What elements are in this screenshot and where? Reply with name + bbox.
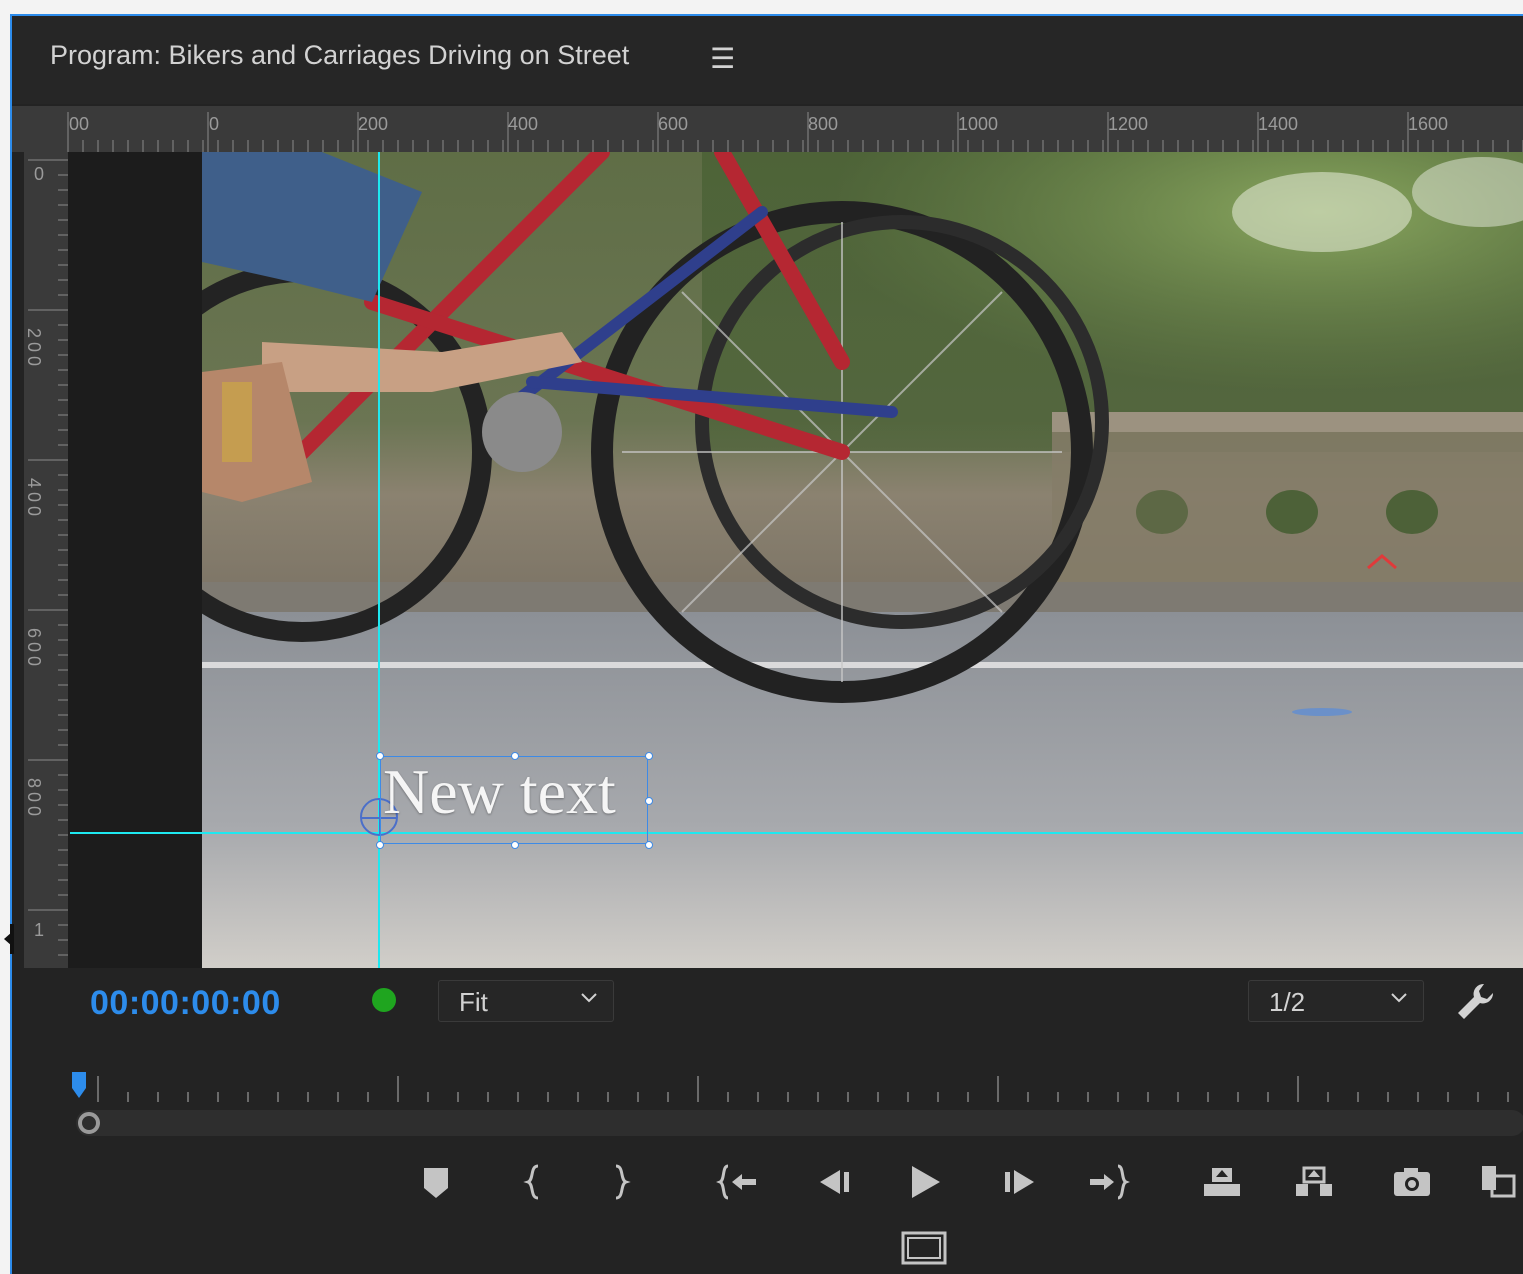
go-to-out-icon[interactable] — [1086, 1160, 1130, 1204]
ruler-top-label: 600 — [658, 114, 688, 134]
zoom-level-dropdown[interactable]: Fit — [438, 980, 614, 1022]
resize-handle[interactable] — [645, 752, 653, 760]
ruler-left-label: 200 — [24, 328, 44, 370]
zoom-level-value: Fit — [459, 987, 488, 1017]
playhead-timecode[interactable]: 00:00:00:00 — [90, 984, 281, 1023]
lift-icon[interactable] — [1200, 1160, 1244, 1204]
mark-out-icon[interactable] — [598, 1160, 642, 1204]
step-back-icon[interactable] — [812, 1160, 856, 1204]
ruler-left-label: 800 — [24, 778, 44, 820]
text-layer-bounding-box[interactable]: New text — [376, 752, 653, 849]
chevron-down-icon — [1391, 993, 1407, 1003]
ruler-top-label: 0 — [209, 114, 219, 134]
ruler-left-label: 600 — [24, 628, 44, 670]
resize-handle[interactable] — [645, 797, 653, 805]
resize-handle[interactable] — [511, 752, 519, 760]
ruler-top-label: 800 — [808, 114, 838, 134]
ruler-top-label: 1200 — [1108, 114, 1148, 134]
chevron-down-icon — [581, 993, 597, 1003]
zoom-scroll-handle[interactable] — [78, 1112, 100, 1134]
guide-horizontal[interactable] — [70, 832, 1523, 834]
mark-in-icon[interactable] — [512, 1160, 556, 1204]
ruler-top-label: 1000 — [958, 114, 998, 134]
monitor-controls: 00:00:00:00 Fit 1/2 — [12, 968, 1523, 1274]
go-to-in-icon[interactable] — [716, 1160, 760, 1204]
ruler-left-label: 0 — [34, 164, 44, 184]
playback-resolution-value: 1/2 — [1269, 987, 1306, 1017]
video-frame — [202, 152, 1523, 968]
panel-title: Program: Bikers and Carriages Driving on… — [50, 40, 630, 70]
panel-header: Program: Bikers and Carriages Driving on… — [12, 16, 1523, 104]
status-indicator-icon — [372, 988, 396, 1012]
ruler-horizontal[interactable]: 00 0 200 400 600 800 1000 1200 1400 1600 — [12, 106, 1523, 152]
wrench-icon[interactable] — [1454, 980, 1498, 1024]
hamburger-menu-icon[interactable]: ☰ — [710, 42, 735, 75]
ruler-top-label: 200 — [358, 114, 388, 134]
ruler-vertical[interactable]: 0 200 400 600 800 1 — [24, 152, 68, 968]
ruler-top-label: 1600 — [1408, 114, 1448, 134]
play-icon[interactable] — [902, 1160, 946, 1204]
resize-cursor-icon — [4, 924, 14, 954]
resize-handle[interactable] — [645, 841, 653, 849]
program-monitor-panel: Program: Bikers and Carriages Driving on… — [10, 14, 1523, 1274]
zoom-scroll-bar[interactable] — [76, 1110, 1523, 1136]
button-editor-icon[interactable] — [1478, 1160, 1522, 1204]
program-viewer[interactable] — [68, 152, 1523, 968]
ruler-top-label: 00 — [69, 114, 89, 134]
extract-icon[interactable] — [1292, 1160, 1336, 1204]
playhead-marker-icon[interactable] — [72, 1072, 86, 1098]
resize-handle[interactable] — [376, 841, 384, 849]
ruler-top-label: 1400 — [1258, 114, 1298, 134]
resize-handle[interactable] — [511, 841, 519, 849]
resize-handle[interactable] — [376, 752, 384, 760]
step-forward-icon[interactable] — [998, 1160, 1042, 1204]
text-layer[interactable]: New text — [383, 755, 616, 829]
video-still — [202, 152, 1523, 968]
add-marker-icon[interactable] — [414, 1160, 458, 1204]
ruler-top-label: 400 — [508, 114, 538, 134]
export-frame-camera-icon[interactable] — [1390, 1160, 1434, 1204]
ruler-left-label: 1 — [34, 920, 44, 940]
playback-resolution-dropdown[interactable]: 1/2 — [1248, 980, 1424, 1022]
ruler-left-label: 400 — [24, 478, 44, 520]
safe-margins-icon[interactable] — [900, 1230, 948, 1266]
